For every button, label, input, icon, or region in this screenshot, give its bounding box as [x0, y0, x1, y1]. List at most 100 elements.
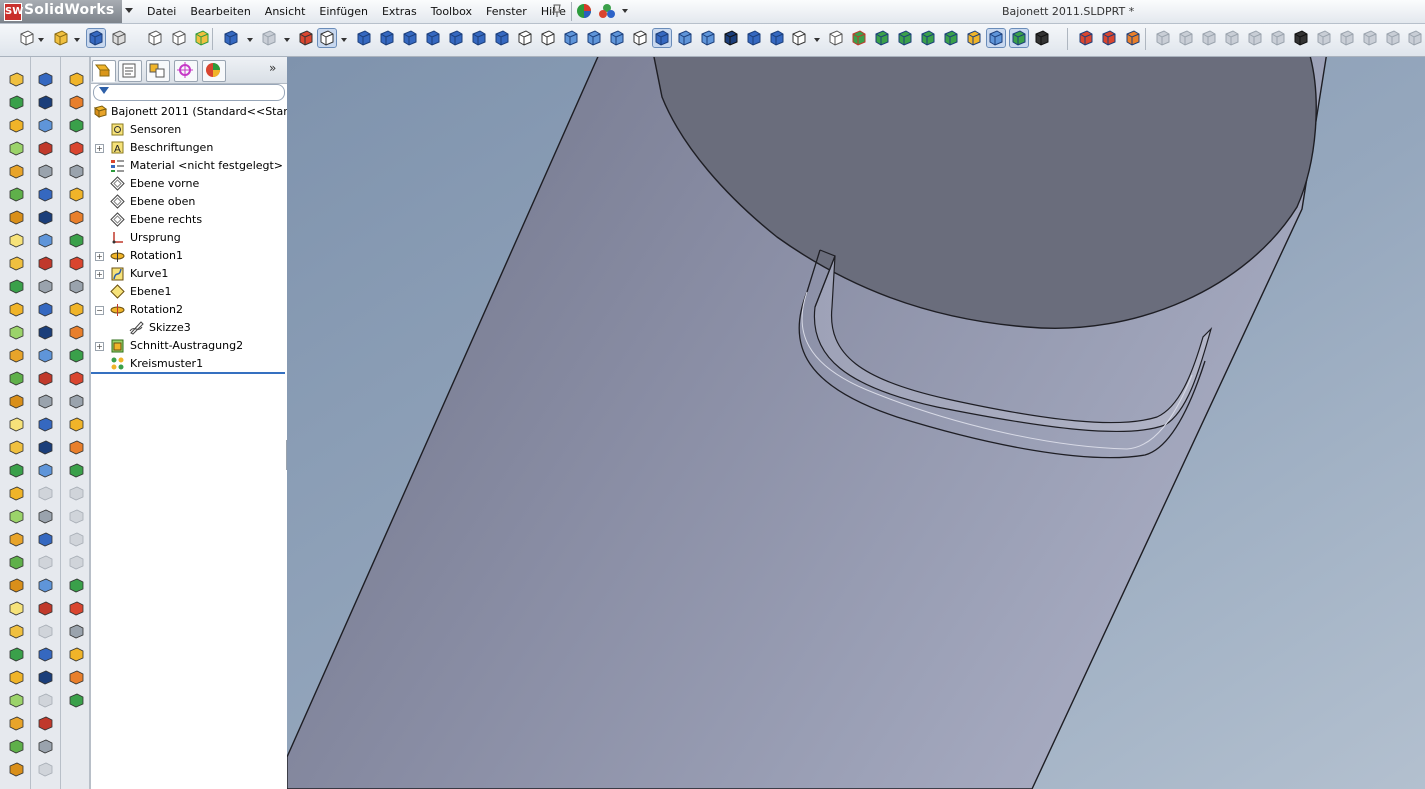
- feature-tool-icon[interactable]: [8, 508, 25, 525]
- gray-tool-4-icon[interactable]: [1223, 29, 1241, 47]
- gray-tool-1-icon[interactable]: [1154, 29, 1172, 47]
- feature-tool-icon[interactable]: [8, 462, 25, 479]
- feature-tool-icon[interactable]: [68, 393, 85, 410]
- feature-tool-icon[interactable]: [8, 255, 25, 272]
- tree-node[interactable]: + Rotation1: [91, 247, 287, 265]
- feature-tool-icon[interactable]: [8, 347, 25, 364]
- feature-tool-icon[interactable]: [68, 71, 85, 88]
- feature-tool-icon[interactable]: [37, 738, 54, 755]
- feature-tool-icon[interactable]: [8, 140, 25, 157]
- gray-tool-2-icon[interactable]: [1177, 29, 1195, 47]
- rollback-bar[interactable]: [91, 372, 285, 374]
- traffic-light-icon[interactable]: [297, 29, 315, 47]
- relation-icon[interactable]: [850, 29, 868, 47]
- feature-tree-filter[interactable]: [93, 84, 285, 101]
- feature-tool-icon[interactable]: [68, 669, 85, 686]
- dimension-icon[interactable]: [873, 29, 891, 47]
- feature-tool-icon[interactable]: [37, 715, 54, 732]
- view-bottom-icon[interactable]: [470, 29, 488, 47]
- feature-tool-icon[interactable]: [37, 209, 54, 226]
- gray-tool-12-icon[interactable]: [1406, 29, 1424, 47]
- feature-tool-icon[interactable]: [68, 623, 85, 640]
- view-top-icon[interactable]: [447, 29, 465, 47]
- feature-tool-icon[interactable]: [68, 577, 85, 594]
- tree-node[interactable]: Ursprung: [91, 229, 287, 247]
- feature-tool-icon[interactable]: [68, 324, 85, 341]
- feature-tool-icon[interactable]: [68, 347, 85, 364]
- feature-tool-icon[interactable]: [8, 738, 25, 755]
- feature-tool-icon[interactable]: [68, 140, 85, 157]
- tab-displaymanager[interactable]: [202, 60, 226, 82]
- tree-node[interactable]: Ebene1: [91, 283, 287, 301]
- tab-featuremanager[interactable]: [92, 60, 116, 82]
- feature-tool-icon[interactable]: [68, 370, 85, 387]
- feature-tool-icon[interactable]: [8, 163, 25, 180]
- gray-tool-7-icon[interactable]: [1292, 29, 1310, 47]
- tree-node[interactable]: Ebene rechts: [91, 211, 287, 229]
- view-wireframe-icon[interactable]: [516, 29, 534, 47]
- rotate-icon[interactable]: [790, 29, 808, 47]
- pan-icon[interactable]: [768, 29, 786, 47]
- menu-item-0[interactable]: Datei: [140, 0, 183, 23]
- feature-tool-icon[interactable]: [68, 416, 85, 433]
- feature-tool-icon[interactable]: [37, 577, 54, 594]
- feature-tool-icon[interactable]: [68, 600, 85, 617]
- feature-tool-icon[interactable]: [37, 508, 54, 525]
- tree-node[interactable]: Ebene oben: [91, 193, 287, 211]
- view-iso-icon[interactable]: [493, 29, 511, 47]
- feature-tool-icon[interactable]: [68, 462, 85, 479]
- feature-tool-icon[interactable]: [68, 94, 85, 111]
- tab-propertymanager[interactable]: [118, 60, 142, 82]
- feature-tool-icon[interactable]: [37, 232, 54, 249]
- feature-tool-icon[interactable]: [68, 232, 85, 249]
- feature-tool-icon[interactable]: [8, 600, 25, 617]
- feature-tool-icon[interactable]: [37, 623, 54, 640]
- feature-tool-icon[interactable]: [8, 646, 25, 663]
- view-left-icon[interactable]: [401, 29, 419, 47]
- hidden-lines-icon[interactable]: [676, 29, 694, 47]
- origin-axis-icon[interactable]: [631, 29, 649, 47]
- feature-tool-icon[interactable]: [8, 71, 25, 88]
- feature-tool-icon[interactable]: [68, 508, 85, 525]
- rebuild-icon[interactable]: [193, 29, 211, 47]
- pin-icon[interactable]: [551, 4, 563, 18]
- feature-tool-icon[interactable]: [37, 600, 54, 617]
- feature-tool-icon[interactable]: [8, 94, 25, 111]
- feature-tool-icon[interactable]: [37, 416, 54, 433]
- menu-item-2[interactable]: Ansicht: [258, 0, 313, 23]
- feature-tool-icon[interactable]: [8, 278, 25, 295]
- expand-icon[interactable]: +: [95, 252, 104, 261]
- tab-dimxpertmanager[interactable]: [174, 60, 198, 82]
- feature-tool-icon[interactable]: [8, 692, 25, 709]
- feature-tool-icon[interactable]: [68, 554, 85, 571]
- gray-tool-8-icon[interactable]: [1315, 29, 1333, 47]
- star-icon[interactable]: [1009, 28, 1029, 48]
- feature-tool-icon[interactable]: [8, 209, 25, 226]
- feature-tool-icon[interactable]: [8, 669, 25, 686]
- feature-tool-icon[interactable]: [37, 324, 54, 341]
- feature-tool-icon[interactable]: [37, 301, 54, 318]
- feature-tool-icon[interactable]: [8, 186, 25, 203]
- feature-tool-icon[interactable]: [37, 669, 54, 686]
- logo-dropdown-arrow-icon[interactable]: [125, 8, 133, 13]
- expand-icon[interactable]: +: [95, 342, 104, 351]
- feature-tool-icon[interactable]: [37, 761, 54, 778]
- menu-item-5[interactable]: Toolbox: [424, 0, 479, 23]
- tree-node[interactable]: Ebene vorne: [91, 175, 287, 193]
- feature-tool-icon[interactable]: [37, 94, 54, 111]
- feature-tool-icon[interactable]: [37, 278, 54, 295]
- tree-node[interactable]: Skizze3: [91, 319, 287, 337]
- app-logo[interactable]: SW SolidWorks: [0, 0, 122, 23]
- chevron-down-icon[interactable]: [74, 38, 80, 42]
- assembly-icon[interactable]: [1077, 29, 1095, 47]
- feature-tool-icon[interactable]: [37, 531, 54, 548]
- feature-tool-icon[interactable]: [68, 646, 85, 663]
- sketch-tool-icon[interactable]: [827, 29, 845, 47]
- gray-tool-3-icon[interactable]: [1200, 29, 1218, 47]
- view-hlr-icon[interactable]: [539, 29, 557, 47]
- feature-tool-icon[interactable]: [8, 370, 25, 387]
- constraint-icon[interactable]: [919, 29, 937, 47]
- view-back-icon[interactable]: [378, 29, 396, 47]
- menu-item-4[interactable]: Extras: [375, 0, 424, 23]
- smart-dim-icon[interactable]: [896, 29, 914, 47]
